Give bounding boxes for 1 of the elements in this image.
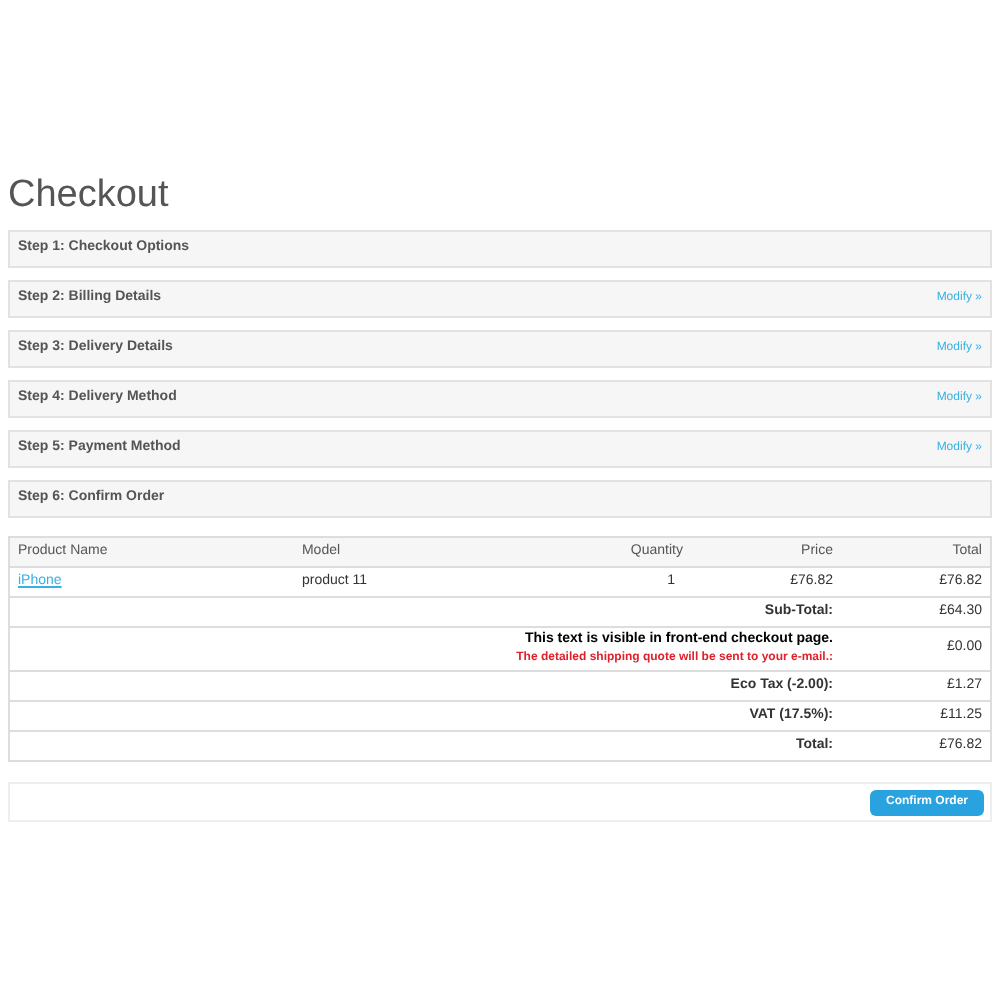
page-title: Checkout — [8, 172, 171, 220]
